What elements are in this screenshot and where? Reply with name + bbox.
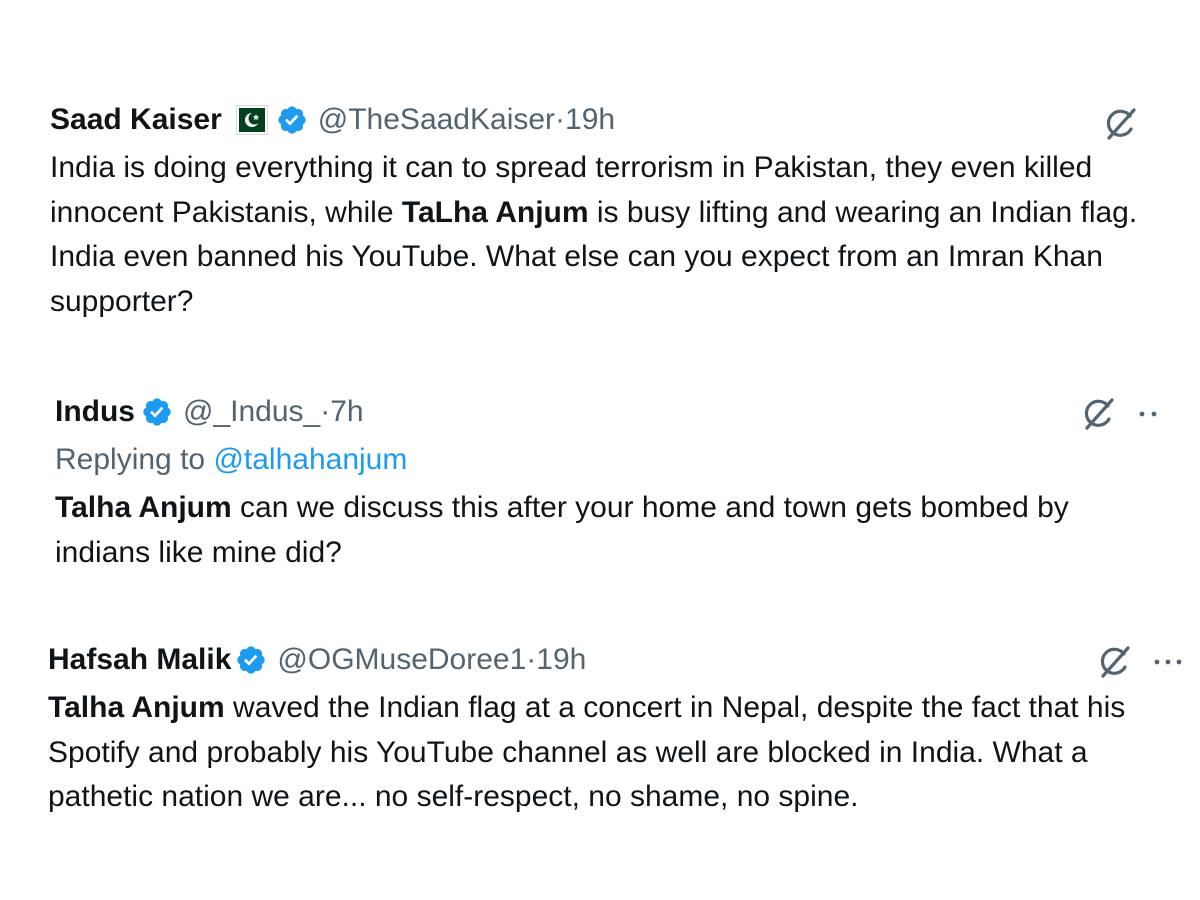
tweet-2[interactable]: Indus @_Indus_ · 7h Replying to @talhaha… — [55, 392, 1155, 575]
tweet-1-header: Saad Kaiser @TheSaadKaiser · 19h — [50, 100, 1160, 140]
tweet-2-replying-to: Replying to @talhahanjum — [55, 440, 1155, 480]
tweet-2-handle[interactable]: @_Indus_ — [183, 392, 320, 432]
tweet-2-author-name[interactable]: Indus — [55, 392, 135, 432]
tweet-1[interactable]: Saad Kaiser @TheSaadKaiser · 19h India i… — [50, 100, 1160, 324]
tweet-3-mention-bold: Talha Anjum — [48, 691, 225, 724]
tweet-3-separator: · — [526, 643, 537, 676]
tweet-3-header: Hafsah Malik @OGMuseDoree1 · 19h — [48, 640, 1188, 680]
grok-icon[interactable] — [1078, 394, 1118, 439]
tweet-1-mention-bold: TaLha Anjum — [401, 195, 589, 229]
tweet-2-body: Talha Anjum can we discuss this after yo… — [55, 486, 1145, 575]
tweet-2-mention-bold: Talha Anjum — [55, 491, 232, 524]
tweet-1-handle[interactable]: @TheSaadKaiser — [318, 100, 555, 140]
tweet-1-separator: · — [555, 103, 566, 136]
pakistan-flag-icon — [235, 105, 268, 135]
tweet-3-handle[interactable]: @OGMuseDoree1 — [277, 640, 526, 680]
tweet-2-separator: · — [320, 395, 331, 428]
tweet-1-author-name[interactable]: Saad Kaiser — [50, 100, 222, 140]
tweet-3[interactable]: Hafsah Malik @OGMuseDoree1 · 19h Talha A… — [48, 640, 1188, 820]
grok-icon[interactable] — [1100, 104, 1140, 149]
verified-badge-icon — [235, 644, 267, 676]
verified-badge-icon — [276, 104, 308, 136]
more-options-icon[interactable] — [1136, 404, 1162, 429]
replying-to-handle-link[interactable]: @talhahanjum — [213, 443, 407, 476]
tweet-1-body: India is doing everything it can to spre… — [50, 146, 1160, 324]
verified-badge-icon — [141, 396, 173, 428]
more-options-icon[interactable] — [1150, 652, 1190, 677]
tweet-3-author-name[interactable]: Hafsah Malik — [48, 640, 231, 680]
tweet-1-timestamp[interactable]: 19h — [565, 100, 615, 140]
tweet-2-header: Indus @_Indus_ · 7h — [55, 392, 1155, 432]
grok-icon[interactable] — [1094, 642, 1134, 687]
tweet-3-timestamp[interactable]: 19h — [536, 640, 586, 680]
tweet-3-body: Talha Anjum waved the Indian flag at a c… — [48, 686, 1188, 820]
replying-to-label: Replying to — [55, 443, 214, 476]
tweet-2-timestamp[interactable]: 7h — [330, 392, 363, 432]
